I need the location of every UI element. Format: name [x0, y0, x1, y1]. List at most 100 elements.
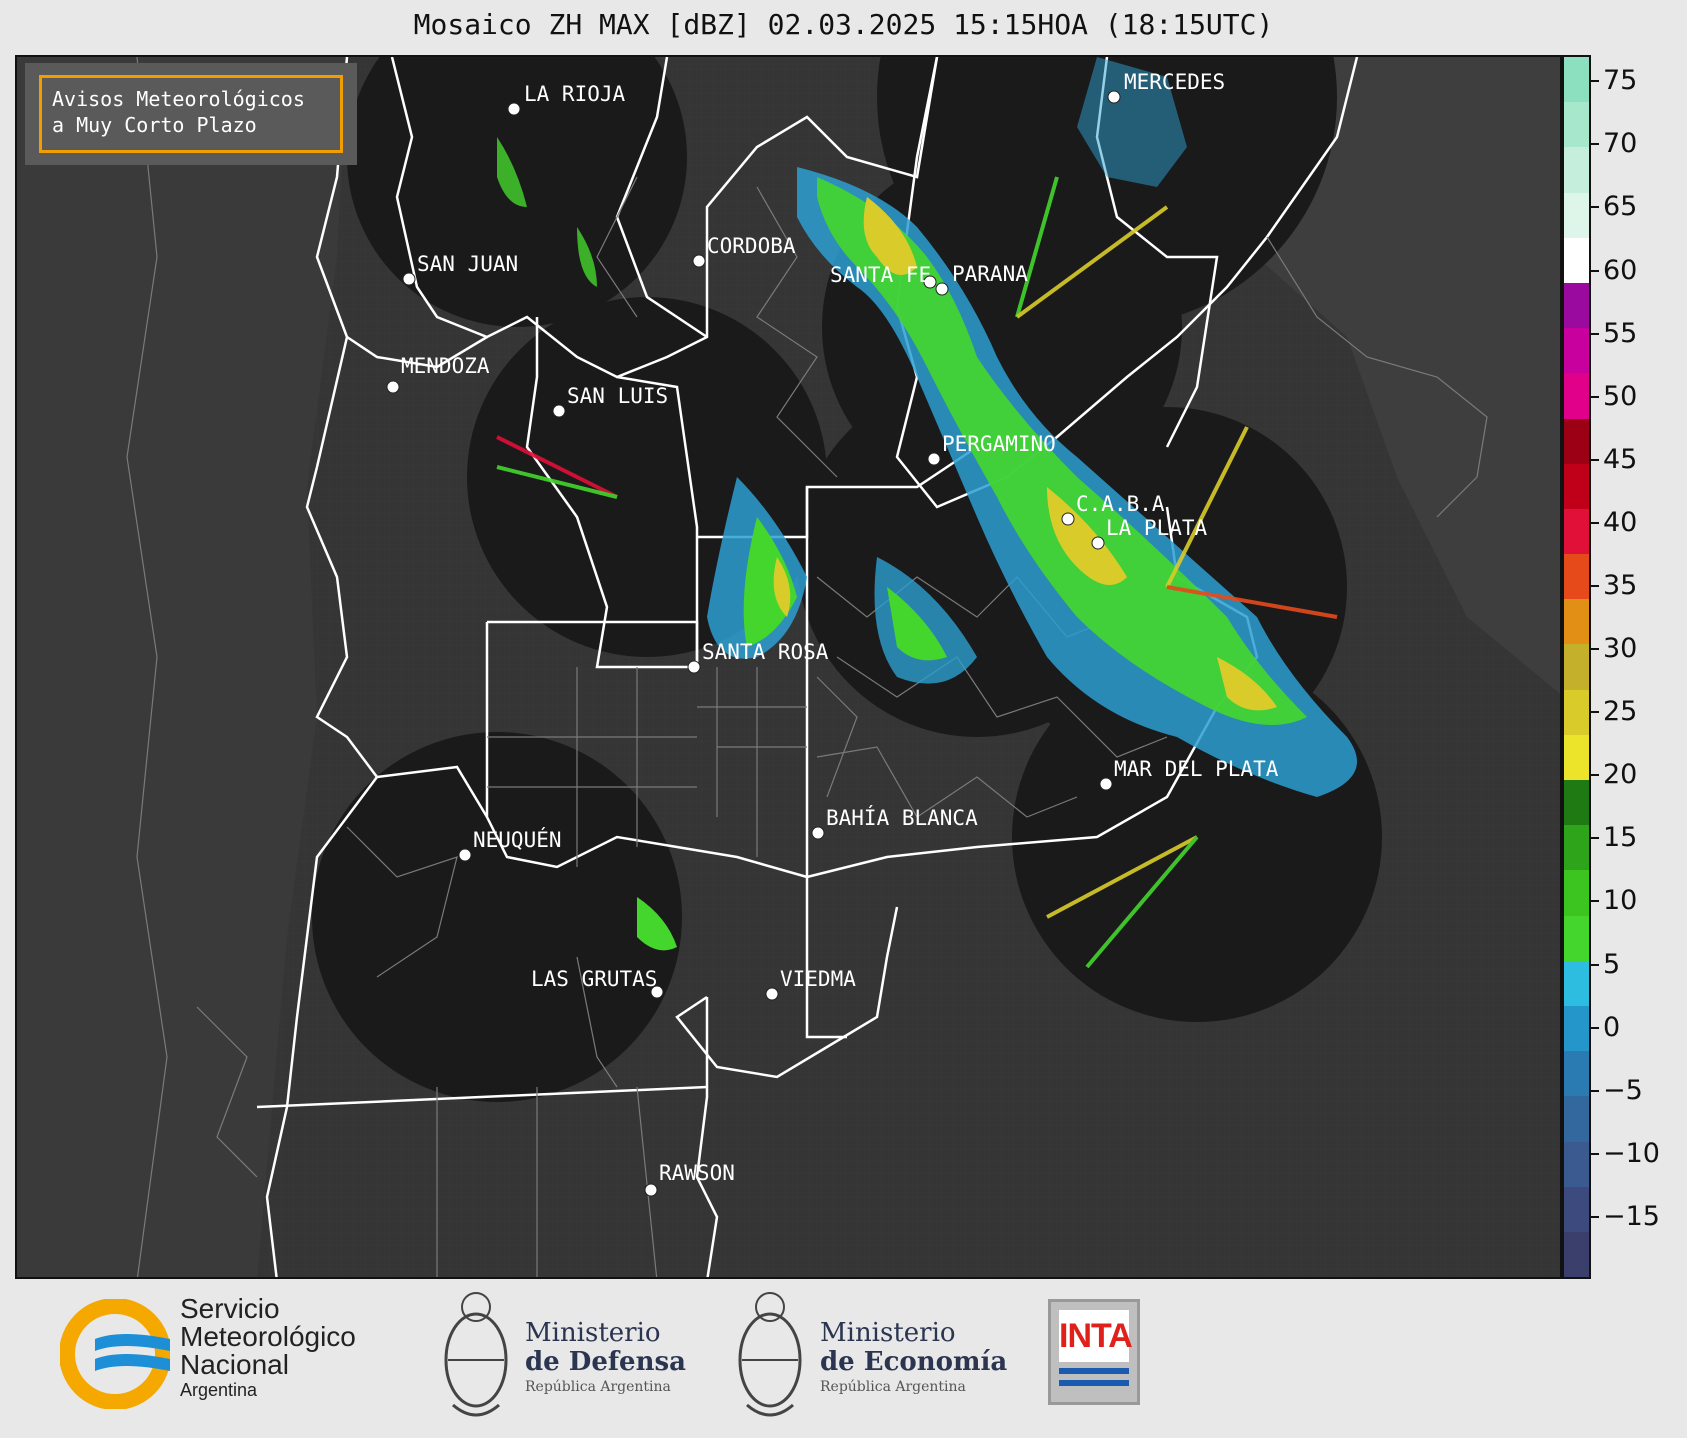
colorbar-band	[1564, 780, 1589, 826]
defensa-line-2: de Defensa	[525, 1347, 686, 1377]
coat-of-arms-icon	[444, 1292, 508, 1417]
inta-logo: INTA	[1048, 1299, 1140, 1405]
colorbar-tick-label: 30	[1603, 633, 1638, 665]
colorbar-band	[1564, 192, 1589, 238]
city-label: SANTA FE	[830, 263, 931, 287]
smn-line-4: Argentina	[180, 1380, 258, 1400]
colorbar-band	[1564, 102, 1589, 148]
city-marker	[927, 452, 941, 466]
colorbar-band	[1564, 147, 1589, 193]
colorbar-tick-label: 5	[1603, 948, 1621, 980]
city-marker	[402, 272, 416, 286]
city-label: SAN LUIS	[567, 384, 668, 408]
colorbar-band	[1564, 1096, 1589, 1142]
smn-line-2: Meteorológico	[180, 1321, 356, 1352]
inta-stripe-2	[1059, 1380, 1129, 1386]
inta-stripe-1	[1059, 1368, 1129, 1374]
colorbar-tick-label: 0	[1603, 1011, 1621, 1043]
colorbar-tick-label: 55	[1603, 317, 1638, 349]
inta-label: INTA	[1059, 1310, 1133, 1362]
colorbar-tick-label: 70	[1603, 128, 1638, 160]
city-label: MENDOZA	[401, 354, 490, 378]
colorbar-band	[1564, 1005, 1589, 1052]
city-label: C.A.B.A	[1076, 492, 1165, 516]
colorbar-band	[1564, 689, 1589, 735]
city-marker	[458, 848, 472, 862]
notice-line-2: a Muy Corto Plazo	[52, 113, 257, 137]
reflectivity-colorbar	[1562, 55, 1591, 1279]
smn-logo-icon	[60, 1299, 170, 1409]
colorbar-band	[1564, 825, 1589, 871]
colorbar-tick-label: 65	[1603, 191, 1638, 223]
defensa-line-3: República Argentina	[525, 1379, 671, 1395]
colorbar-band	[1564, 599, 1589, 645]
defensa-line-1: Ministerio	[525, 1318, 661, 1348]
colorbar-tick-label: 75	[1603, 65, 1638, 97]
city-marker	[552, 404, 566, 418]
city-label: RAWSON	[659, 1161, 735, 1185]
colorbar-tick-label: 15	[1603, 822, 1638, 854]
city-marker	[386, 380, 400, 394]
city-marker	[765, 987, 779, 1001]
notice-frame: Avisos Meteorológicos a Muy Corto Plazo	[39, 75, 343, 153]
colorbar-band	[1564, 734, 1589, 780]
economia-line-2: de Economía	[820, 1347, 1008, 1377]
colorbar-band	[1564, 57, 1589, 103]
colorbar-tick-label: 25	[1603, 696, 1638, 728]
city-label: LAS GRUTAS	[531, 967, 657, 991]
city-label: SANTA ROSA	[702, 640, 829, 664]
city-marker	[1061, 512, 1075, 526]
colorbar-band	[1564, 1141, 1589, 1187]
smn-line-3: Nacional	[180, 1349, 289, 1380]
colorbar-band	[1564, 418, 1589, 464]
city-marker	[935, 282, 949, 296]
colorbar-tick-label: 20	[1603, 759, 1638, 791]
colorbar-band	[1564, 870, 1589, 916]
colorbar-tick-label: 50	[1603, 380, 1638, 412]
city-label: LA PLATA	[1106, 516, 1208, 540]
colorbar-band	[1564, 373, 1589, 419]
colorbar-band	[1564, 915, 1589, 961]
city-label: MERCEDES	[1124, 70, 1225, 94]
economia-line-1: Ministerio	[820, 1318, 956, 1348]
coat-of-arms-icon-2	[738, 1292, 802, 1417]
colorbar-band	[1564, 960, 1589, 1006]
city-label: CORDOBA	[707, 234, 796, 258]
colorbar-band	[1564, 554, 1589, 600]
smn-wordmark: Servicio Meteorológico Nacional Argentin…	[180, 1295, 356, 1401]
footer-logos: Servicio Meteorológico Nacional Argentin…	[0, 1279, 1687, 1438]
city-label: BAHÍA BLANCA	[826, 805, 978, 830]
city-marker	[811, 826, 825, 840]
notice-box: Avisos Meteorológicos a Muy Corto Plazo	[25, 63, 357, 165]
city-label: PARANA	[952, 262, 1028, 286]
city-marker	[1099, 777, 1113, 791]
city-label: SAN JUAN	[417, 252, 518, 276]
colorbar-band	[1564, 644, 1589, 690]
city-marker	[1107, 90, 1121, 104]
colorbar-band	[1564, 328, 1589, 374]
smn-line-1: Servicio	[180, 1293, 280, 1324]
map-canvas: LA RIOJA MERCEDES CORDOBA SAN JUAN SANTA FE P…	[17, 57, 1560, 1277]
colorbar-band	[1564, 237, 1589, 283]
economia-line-3: República Argentina	[820, 1379, 966, 1395]
city-label: VIEDMA	[780, 967, 856, 991]
colorbar-band	[1564, 508, 1589, 555]
colorbar-tick-label: 35	[1603, 569, 1638, 601]
city-marker	[507, 102, 521, 116]
colorbar-tick-label: 60	[1603, 254, 1638, 286]
city-marker	[692, 254, 706, 268]
colorbar-band	[1564, 282, 1589, 329]
city-marker	[687, 660, 701, 674]
colorbar-band	[1564, 1231, 1589, 1277]
colorbar-band	[1564, 1186, 1589, 1232]
notice-line-1: Avisos Meteorológicos	[52, 87, 305, 111]
colorbar-tick-label: 10	[1603, 885, 1638, 917]
city-label: LA RIOJA	[524, 82, 626, 106]
city-label: NEUQUÉN	[473, 827, 562, 852]
radar-map[interactable]: LA RIOJA MERCEDES CORDOBA SAN JUAN SANTA FE P…	[15, 55, 1562, 1279]
colorbar-band	[1564, 463, 1589, 509]
economia-wordmark: Ministerio de Economía República Argenti…	[820, 1319, 1007, 1397]
colorbar-band	[1564, 1051, 1589, 1097]
city-marker	[1091, 536, 1105, 550]
colorbar-tick-label: 45	[1603, 443, 1638, 475]
